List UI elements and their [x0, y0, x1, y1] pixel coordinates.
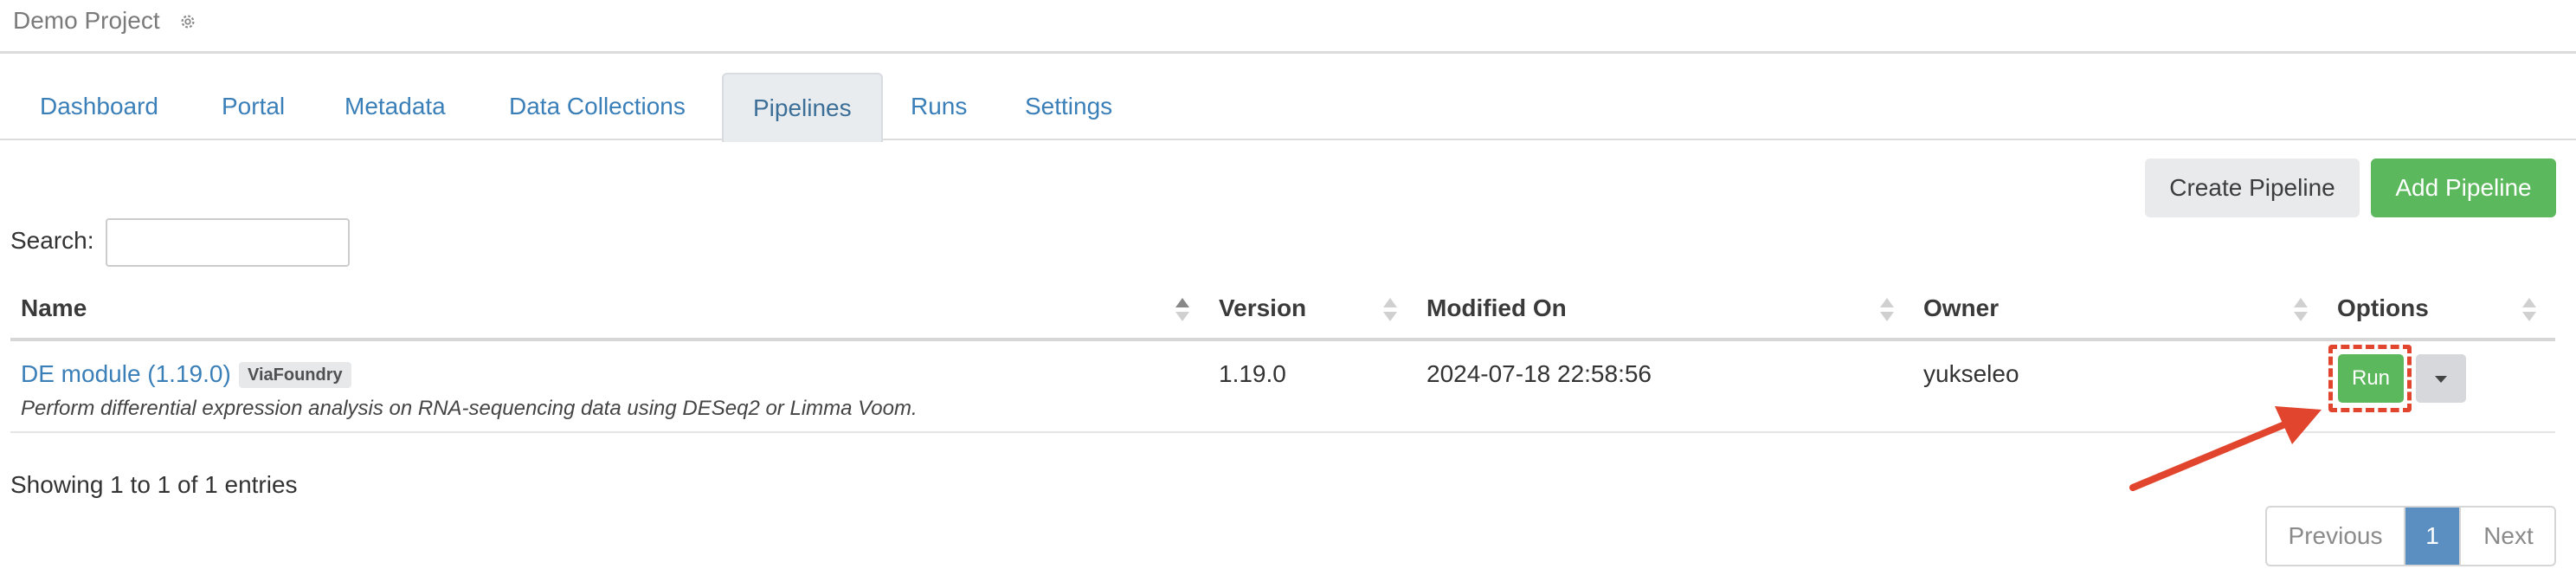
column-header-version[interactable]: Version [1219, 294, 1306, 322]
annotation-arrow-icon [2129, 406, 2322, 491]
options-dropdown-button[interactable] [2416, 354, 2466, 403]
project-tabs: Dashboard Portal Metadata Data Collectio… [0, 73, 2576, 142]
table-header-divider [10, 338, 2555, 341]
run-button[interactable]: Run [2338, 354, 2404, 403]
tab-metadata[interactable]: Metadata [315, 73, 475, 140]
gear-icon[interactable] [178, 12, 197, 31]
previous-page-button[interactable]: Previous [2267, 508, 2405, 565]
project-title: Demo Project [13, 7, 160, 34]
search-label: Search: [10, 227, 94, 254]
project-header: Demo Project [0, 0, 2576, 54]
pipeline-version: 1.19.0 [1219, 360, 1286, 387]
column-header-modified-on[interactable]: Modified On [1426, 294, 1567, 322]
sort-icon[interactable] [1175, 296, 1189, 324]
add-pipeline-button[interactable]: Add Pipeline [2371, 158, 2556, 217]
pipeline-modified-on: 2024-07-18 22:58:56 [1426, 360, 1652, 387]
sort-icon[interactable] [1383, 296, 1397, 324]
tab-settings[interactable]: Settings [995, 73, 1142, 140]
next-page-button[interactable]: Next [2459, 508, 2556, 565]
entries-summary: Showing 1 to 1 of 1 entries [10, 471, 298, 498]
tab-runs[interactable]: Runs [881, 73, 996, 140]
pipeline-badge: ViaFoundry [239, 362, 351, 388]
pipeline-name-link[interactable]: DE module (1.19.0) [21, 360, 231, 388]
pipeline-description: Perform differential expression analysis… [21, 397, 918, 420]
caret-down-icon [2435, 376, 2447, 383]
column-header-options[interactable]: Options [2337, 294, 2429, 322]
search-input[interactable] [106, 218, 350, 267]
create-pipeline-button[interactable]: Create Pipeline [2145, 158, 2360, 217]
column-header-name[interactable]: Name [21, 294, 87, 322]
tab-dashboard[interactable]: Dashboard [10, 73, 188, 140]
tab-data-collections[interactable]: Data Collections [480, 73, 715, 140]
tab-pipelines[interactable]: Pipelines [722, 73, 883, 142]
sort-icon[interactable] [2294, 296, 2308, 324]
column-header-owner[interactable]: Owner [1923, 294, 1999, 322]
pipeline-owner: yukseleo [1923, 360, 2019, 387]
sort-icon[interactable] [1880, 296, 1894, 324]
page-1-button[interactable]: 1 [2405, 508, 2459, 565]
sort-icon[interactable] [2522, 296, 2536, 324]
pagination: Previous 1 Next [2265, 506, 2556, 566]
tab-portal[interactable]: Portal [192, 73, 314, 140]
